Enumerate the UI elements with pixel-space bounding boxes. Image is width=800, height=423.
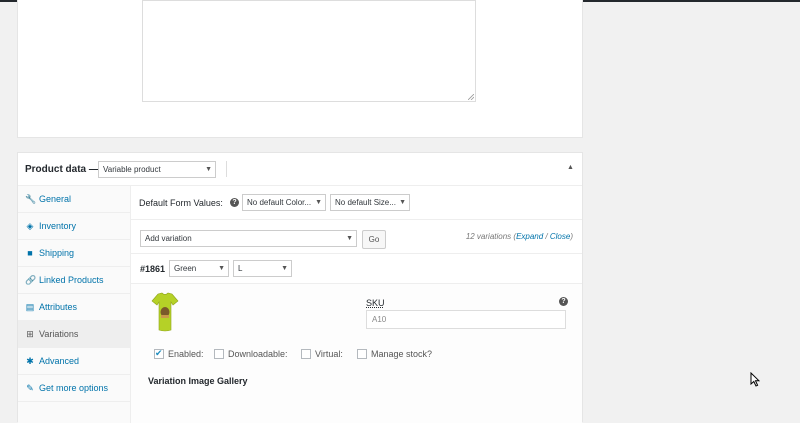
product-data-box: Product data — Variable product ▼ ▲ 🔧 Ge… bbox=[17, 152, 583, 423]
product-data-tabs: 🔧 General ◈ Inventory ■ Shipping 🔗 Linke… bbox=[18, 186, 131, 423]
default-color-select[interactable]: No default Color... ▼ bbox=[242, 194, 326, 211]
tab-get-more-options[interactable]: ✎ Get more options bbox=[18, 375, 130, 402]
default-color-value: No default Color... bbox=[247, 198, 312, 207]
slash-separator: / bbox=[543, 232, 550, 241]
gear-icon: ✱ bbox=[26, 356, 34, 366]
grid-icon: ⊞ bbox=[26, 329, 34, 339]
enabled-label: Enabled: bbox=[168, 349, 204, 359]
truck-icon: ■ bbox=[27, 248, 33, 258]
product-data-header: Product data — Variable product ▼ ▲ bbox=[18, 153, 582, 186]
tab-linked-products[interactable]: 🔗 Linked Products bbox=[18, 267, 130, 294]
tab-variations[interactable]: ⊞ Variations bbox=[18, 321, 130, 348]
mouse-cursor-icon bbox=[750, 372, 760, 387]
tab-label: Shipping bbox=[39, 248, 75, 258]
product-type-value: Variable product bbox=[103, 165, 161, 174]
manage-stock-checkbox[interactable] bbox=[357, 349, 367, 359]
variation-image[interactable] bbox=[150, 292, 180, 334]
plugin-icon: ✎ bbox=[26, 383, 34, 393]
chevron-down-icon: ▼ bbox=[315, 199, 322, 206]
help-icon[interactable]: ? bbox=[230, 198, 239, 207]
triangle-up-icon[interactable]: ▲ bbox=[567, 164, 574, 171]
help-icon[interactable]: ? bbox=[559, 297, 568, 306]
variation-color-select[interactable]: Green ▼ bbox=[169, 260, 229, 277]
tab-attributes[interactable]: ▤ Attributes bbox=[18, 294, 130, 321]
default-form-values-row: Default Form Values: ? No default Color.… bbox=[131, 186, 582, 220]
header-divider bbox=[226, 161, 227, 177]
add-variation-value: Add variation bbox=[145, 234, 192, 243]
chevron-down-icon: ▼ bbox=[205, 166, 212, 173]
chevron-down-icon: ▼ bbox=[281, 265, 288, 272]
sku-input[interactable]: A10 bbox=[366, 310, 566, 329]
default-size-select[interactable]: No default Size... ▼ bbox=[330, 194, 410, 211]
tab-label: Variations bbox=[39, 329, 79, 339]
variations-panel: Default Form Values: ? No default Color.… bbox=[131, 186, 582, 423]
downloadable-label: Downloadable: bbox=[228, 349, 288, 359]
expand-link[interactable]: Expand bbox=[516, 232, 543, 241]
list-icon: ▤ bbox=[25, 302, 35, 312]
tag-icon: ◈ bbox=[26, 221, 34, 231]
tab-label: Advanced bbox=[39, 356, 80, 366]
wrench-icon: 🔧 bbox=[25, 194, 37, 204]
tab-advanced[interactable]: ✱ Advanced bbox=[18, 348, 130, 375]
variation-header-row[interactable]: #1861 Green ▼ L ▼ bbox=[131, 254, 582, 284]
go-button[interactable]: Go bbox=[362, 230, 386, 249]
variation-count-text: 12 variations bbox=[465, 232, 512, 241]
sku-label: SKU bbox=[366, 298, 385, 308]
product-type-select[interactable]: Variable product ▼ bbox=[98, 161, 216, 178]
variation-image-gallery-title: Variation Image Gallery bbox=[148, 376, 248, 386]
product-data-title: Product data — bbox=[25, 164, 99, 175]
tab-general[interactable]: 🔧 General bbox=[18, 186, 130, 213]
virtual-checkbox[interactable] bbox=[301, 349, 311, 359]
content-textarea[interactable] bbox=[142, 0, 476, 102]
variation-id: #1861 bbox=[140, 264, 166, 274]
close-link[interactable]: Close bbox=[550, 232, 570, 241]
variation-count: 12 variations (Expand / Close) bbox=[465, 232, 573, 241]
tab-shipping[interactable]: ■ Shipping bbox=[18, 240, 130, 267]
link-icon: 🔗 bbox=[25, 275, 37, 285]
downloadable-checkbox[interactable] bbox=[214, 349, 224, 359]
enabled-checkbox[interactable] bbox=[154, 348, 164, 359]
tab-label: General bbox=[39, 194, 72, 204]
tab-label: Attributes bbox=[39, 302, 78, 312]
chevron-down-icon: ▼ bbox=[346, 235, 353, 242]
tab-label: Linked Products bbox=[39, 275, 104, 285]
variation-color-value: Green bbox=[174, 264, 197, 273]
editor-card bbox=[17, 0, 583, 138]
default-form-values-label: Default Form Values: bbox=[139, 198, 223, 208]
chevron-down-icon: ▼ bbox=[218, 265, 225, 272]
tab-label: Inventory bbox=[39, 221, 77, 231]
default-size-value: No default Size... bbox=[335, 198, 396, 207]
virtual-label: Virtual: bbox=[315, 349, 343, 359]
variation-size-value: L bbox=[238, 264, 243, 273]
variation-body: SKU ? A10 Enabled: Downloadable: Virtual… bbox=[131, 284, 582, 423]
tab-label: Get more options bbox=[39, 383, 109, 393]
add-variation-row: Add variation ▼ Go 12 variations (Expand… bbox=[131, 220, 582, 254]
variation-size-select[interactable]: L ▼ bbox=[233, 260, 292, 277]
tab-inventory[interactable]: ◈ Inventory bbox=[18, 213, 130, 240]
manage-stock-label: Manage stock? bbox=[371, 349, 433, 359]
chevron-down-icon: ▼ bbox=[399, 199, 406, 206]
add-variation-select[interactable]: Add variation ▼ bbox=[140, 230, 357, 247]
resize-handle-icon[interactable] bbox=[468, 94, 474, 100]
